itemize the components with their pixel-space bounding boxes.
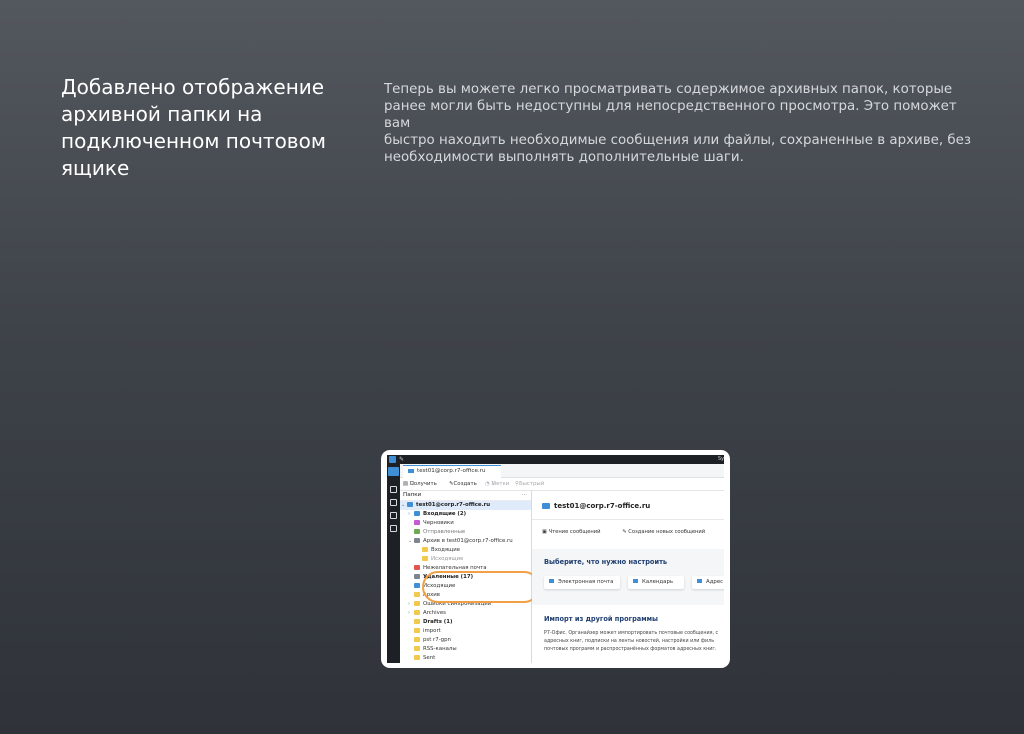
folder-label: Входящие [431, 547, 461, 553]
folder-label: test01@corp.r7-office.ru [416, 502, 491, 508]
folder-label: Sent [423, 655, 436, 661]
folder-icon [414, 601, 420, 606]
folder-icon [414, 628, 420, 633]
setup-email-card[interactable]: Электронная почта [544, 576, 620, 589]
folder-icon [422, 547, 428, 552]
setup-title: Выберите, что нужно настроить [544, 558, 668, 566]
highlight-ring [422, 571, 540, 603]
account-central-pane: test01@corp.r7-office.ru ▣ Чтение сообще… [532, 491, 724, 663]
folder-rss[interactable]: RSS-каналы [414, 645, 457, 654]
folder-account[interactable]: ⌄ test01@corp.r7-office.ru [401, 501, 490, 510]
folder-label: pst r7-gpn [423, 637, 451, 643]
compose-link[interactable]: ✎ Создание новых сообщений [622, 529, 715, 535]
compose-label: Создание новых сообщений [628, 529, 706, 535]
outbox-icon [414, 583, 420, 588]
drafts-icon [414, 520, 420, 525]
app-screenshot-frame: ✎ Sy test01@corp.r7-office.ru ▤ Получить… [381, 450, 730, 668]
create-button[interactable]: ✎ Создать [449, 478, 477, 490]
mail-app-window: ✎ Sy test01@corp.r7-office.ru ▤ Получить… [387, 455, 724, 663]
get-messages-button[interactable]: ▤ Получить ⌄ [403, 478, 437, 490]
import-title: Импорт из другой программы [544, 615, 658, 623]
mail-icon [407, 502, 413, 507]
pencil-icon[interactable]: ✎ [399, 456, 404, 463]
mail-icon [542, 502, 550, 509]
folder-label: Исходящие [431, 556, 464, 562]
space-rail [387, 464, 400, 663]
folder-icon [414, 646, 420, 651]
address-book-icon[interactable] [390, 486, 397, 493]
folder-label: import [423, 628, 441, 634]
setup-section: Выберите, что нужно настроить Электронна… [532, 549, 724, 605]
folder-label: Черновики [423, 520, 454, 526]
app-logo-icon [389, 456, 396, 463]
setup-address-card[interactable]: Адрес [692, 576, 724, 589]
divider [532, 519, 724, 520]
setup-calendar-label: Календарь [642, 579, 674, 585]
folder-icon [414, 655, 420, 660]
mail-icon [408, 468, 414, 473]
folder-label: Archives [423, 610, 446, 616]
tab-strip: test01@corp.r7-office.ru [400, 464, 724, 478]
folder-label: Drafts (1) [423, 619, 453, 625]
folder-label: RSS-каналы [423, 646, 457, 652]
folder-icon [414, 637, 420, 642]
more-icon[interactable]: ··· [522, 491, 527, 500]
folder-icon [414, 610, 420, 615]
folder-icon [414, 592, 420, 597]
folder-label: Отправленные [423, 529, 466, 535]
folder-sent[interactable]: Отправленные [414, 528, 465, 537]
account-title: test01@corp.r7-office.ru [542, 502, 650, 510]
tags-button[interactable]: ◔ Метки ⌄ [485, 478, 509, 490]
calendar-icon[interactable] [390, 499, 397, 506]
import-text: Р7-Офис. Органайзер может импортировать … [544, 631, 719, 652]
address-book-icon [697, 579, 702, 583]
inbox-icon [414, 511, 420, 516]
tags-label: Метки [491, 481, 510, 487]
calendar-icon [633, 579, 638, 583]
toolbar: ▤ Получить ⌄ ✎ Создать ◔ Метки ⌄ ⚲ Быстр… [400, 478, 724, 499]
folder-sent-en[interactable]: Sent [414, 654, 435, 663]
folder-pane-header: Папки ··· [400, 491, 531, 501]
folder-pane: Папки ··· ⌄ test01@corp.r7-office.ru › Вхо… [400, 491, 540, 663]
folder-archives[interactable]: › Archives [408, 609, 446, 618]
tab-label: test01@corp.r7-office.ru [417, 468, 486, 474]
sent-icon [414, 529, 420, 534]
archive-icon [414, 538, 420, 543]
folder-archive-inbox[interactable]: Входящие [422, 546, 460, 555]
chat-icon[interactable] [390, 525, 397, 532]
read-messages-link[interactable]: ▣ Чтение сообщений [542, 529, 611, 535]
mail-icon [549, 579, 554, 583]
page-headline: Добавлено отображение архивной папки на … [61, 75, 326, 180]
mail-space-icon[interactable] [388, 467, 399, 476]
tab-account[interactable]: test01@corp.r7-office.ru [403, 465, 501, 478]
read-messages-label: Чтение сообщений [548, 529, 601, 535]
tasks-icon[interactable] [390, 512, 397, 519]
folder-pst[interactable]: pst r7-gpn [414, 636, 451, 645]
folder-drafts[interactable]: Черновики [414, 519, 454, 528]
trash-icon [414, 574, 420, 579]
setup-address-label: Адрес [706, 579, 724, 585]
folder-icon [422, 556, 428, 561]
create-label: Создать [453, 481, 477, 487]
folder-icon [414, 619, 420, 624]
titlebar-right-text: Sy [717, 456, 724, 462]
account-title-text: test01@corp.r7-office.ru [554, 502, 651, 510]
folder-drafts-en[interactable]: Drafts (1) [414, 618, 452, 627]
page-description: Теперь вы можете легко просматривать сод… [384, 82, 971, 165]
setup-email-label: Электронная почта [558, 579, 614, 585]
titlebar: ✎ Sy [387, 455, 724, 464]
folder-label: Архив в test01@corp.r7-office.ru [423, 538, 513, 544]
junk-icon [414, 565, 420, 570]
setup-calendar-card[interactable]: Календарь [628, 576, 684, 589]
folder-archive-root[interactable]: ⌄ Архив в test01@corp.r7-office.ru [408, 537, 513, 546]
folder-label: Входящие (2) [423, 511, 467, 517]
folder-import[interactable]: import [414, 627, 441, 636]
quick-filter-button[interactable]: ⚲ Быстрый фильтр [515, 478, 544, 499]
folder-pane-title: Папки [403, 492, 422, 498]
account-actions: ▣ Чтение сообщений ✎ Создание новых сооб… [542, 529, 724, 535]
folder-inbox[interactable]: › Входящие (2) [408, 510, 466, 519]
folder-archive-outbox[interactable]: Исходящие [422, 555, 463, 564]
get-messages-label: Получить [409, 481, 437, 487]
